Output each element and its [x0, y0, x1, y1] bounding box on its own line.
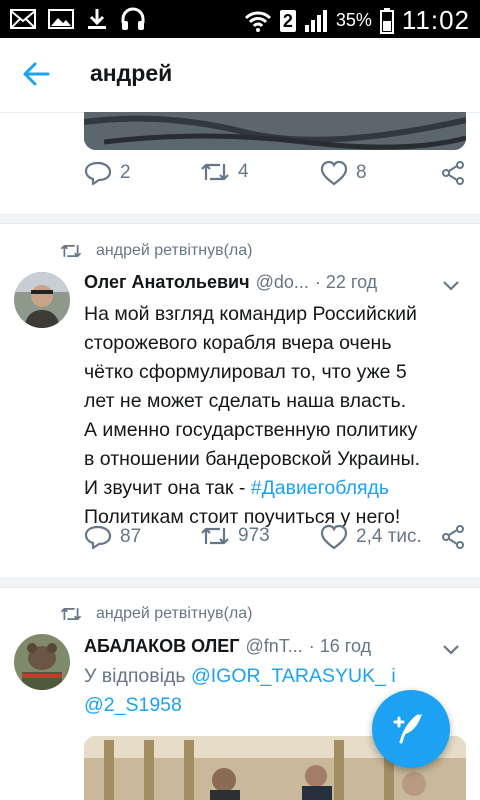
chevron-down-icon[interactable]: [442, 276, 460, 294]
share-icon: [442, 161, 464, 185]
avatar[interactable]: [14, 272, 70, 328]
share-icon: [442, 525, 464, 549]
retweet-context: андрей ретвітнув(ла): [60, 605, 252, 623]
avatar[interactable]: [14, 634, 70, 690]
chevron-down-icon[interactable]: [442, 640, 460, 658]
compose-tweet-button[interactable]: [372, 690, 450, 768]
tweet-line: И звучит она так -: [84, 477, 251, 499]
reply-button[interactable]: 87: [84, 524, 141, 550]
retweet-context-label: андрей ретвітнув(ла): [96, 605, 253, 622]
tweet-header: АБАЛАКОВ ОЛЕГ @fnT... · 16 год: [84, 636, 371, 657]
tweet-line: На мой взгляд командир Российский: [84, 303, 417, 325]
clock: 11:02: [401, 5, 470, 35]
share-button[interactable]: [440, 160, 466, 186]
reply-icon: [84, 525, 112, 550]
retweet-button[interactable]: 973: [200, 524, 270, 548]
heart-icon: [320, 160, 348, 186]
app-bar: андрей: [0, 38, 480, 113]
author-name[interactable]: Олег Анатольевич: [84, 272, 250, 293]
reply-count: 87: [120, 526, 142, 547]
like-count: 8: [356, 162, 367, 183]
author-name[interactable]: АБАЛАКОВ ОЛЕГ: [84, 636, 239, 657]
tweet-header: Олег Анатольевич @do... · 22 год: [84, 272, 377, 293]
tweet-line: сторожевого корабля вчера очень: [84, 332, 392, 354]
mail-icon: [10, 9, 36, 29]
status-bar: 2 35% 11:02: [0, 0, 480, 38]
retweet-count: 4: [238, 161, 249, 182]
compose-feather-icon: [393, 714, 422, 744]
back-arrow-icon[interactable]: [22, 60, 50, 88]
reply-prefix: У відповідь: [84, 665, 191, 687]
headset-icon: [121, 7, 145, 30]
retweet-button[interactable]: 4: [200, 160, 249, 184]
reply-count: 2: [120, 162, 131, 183]
reply-button[interactable]: 2: [84, 160, 131, 186]
mention-joiner: і: [385, 665, 396, 687]
reply-icon: [84, 161, 112, 186]
author-handle[interactable]: @do...: [256, 272, 309, 293]
retweet-small-icon: [60, 607, 82, 621]
tweet-line: чётко сформулировал то, что уже 5: [84, 361, 407, 383]
tweet-text: На мой взгляд командир Российский сторож…: [84, 300, 464, 532]
retweet-count: 973: [238, 525, 270, 546]
retweet-context: андрей ретвітнув(ла): [60, 242, 252, 260]
hashtag-link[interactable]: #Давиегоблядь: [251, 477, 389, 499]
like-button[interactable]: 2,4 тис.: [320, 524, 422, 550]
mention-link[interactable]: @IGOR_TARASYUK_: [191, 665, 386, 687]
retweet-icon: [201, 163, 229, 181]
tweet-actions: 2 4 8: [0, 160, 480, 200]
tweet-line: в отношении бандеровской Украины.: [84, 448, 421, 470]
retweet-context-label: андрей ретвітнув(ла): [96, 242, 253, 259]
signal-icon: [304, 9, 327, 32]
share-button[interactable]: [440, 524, 466, 550]
heart-icon: [320, 524, 348, 550]
wifi-icon: [244, 11, 271, 32]
retweet-small-icon: [60, 244, 82, 258]
author-handle[interactable]: @fnT...: [245, 636, 302, 657]
page-title: андрей: [90, 60, 173, 86]
tweet-divider: [0, 578, 480, 588]
tweet-actions: 87 973 2,4 тис.: [0, 524, 480, 564]
retweet-icon: [201, 527, 229, 545]
battery-percent: 35%: [335, 10, 372, 30]
tweet-time: · 16 год: [308, 636, 372, 656]
tweet-divider: [0, 214, 480, 224]
download-icon: [88, 9, 106, 29]
tweet-line-with-hashtag: И звучит она так - #Давиегоблядь: [84, 474, 464, 503]
reply-context-line: У відповідь @IGOR_TARASYUK_ і: [84, 662, 464, 691]
battery-icon: [379, 7, 394, 34]
image-icon: [48, 9, 74, 29]
like-count: 2,4 тис.: [356, 526, 422, 547]
tweet-line: А именно государственную политику: [84, 419, 418, 441]
sim-slot-badge: 2: [279, 9, 296, 32]
like-button[interactable]: 8: [320, 160, 367, 186]
tweet-time: · 22 год: [314, 272, 378, 292]
tweet-line: лет не может сделать наша власть.: [84, 390, 407, 412]
tweet-media-image[interactable]: [84, 112, 466, 150]
mention-link[interactable]: @2_S1958: [84, 694, 182, 716]
